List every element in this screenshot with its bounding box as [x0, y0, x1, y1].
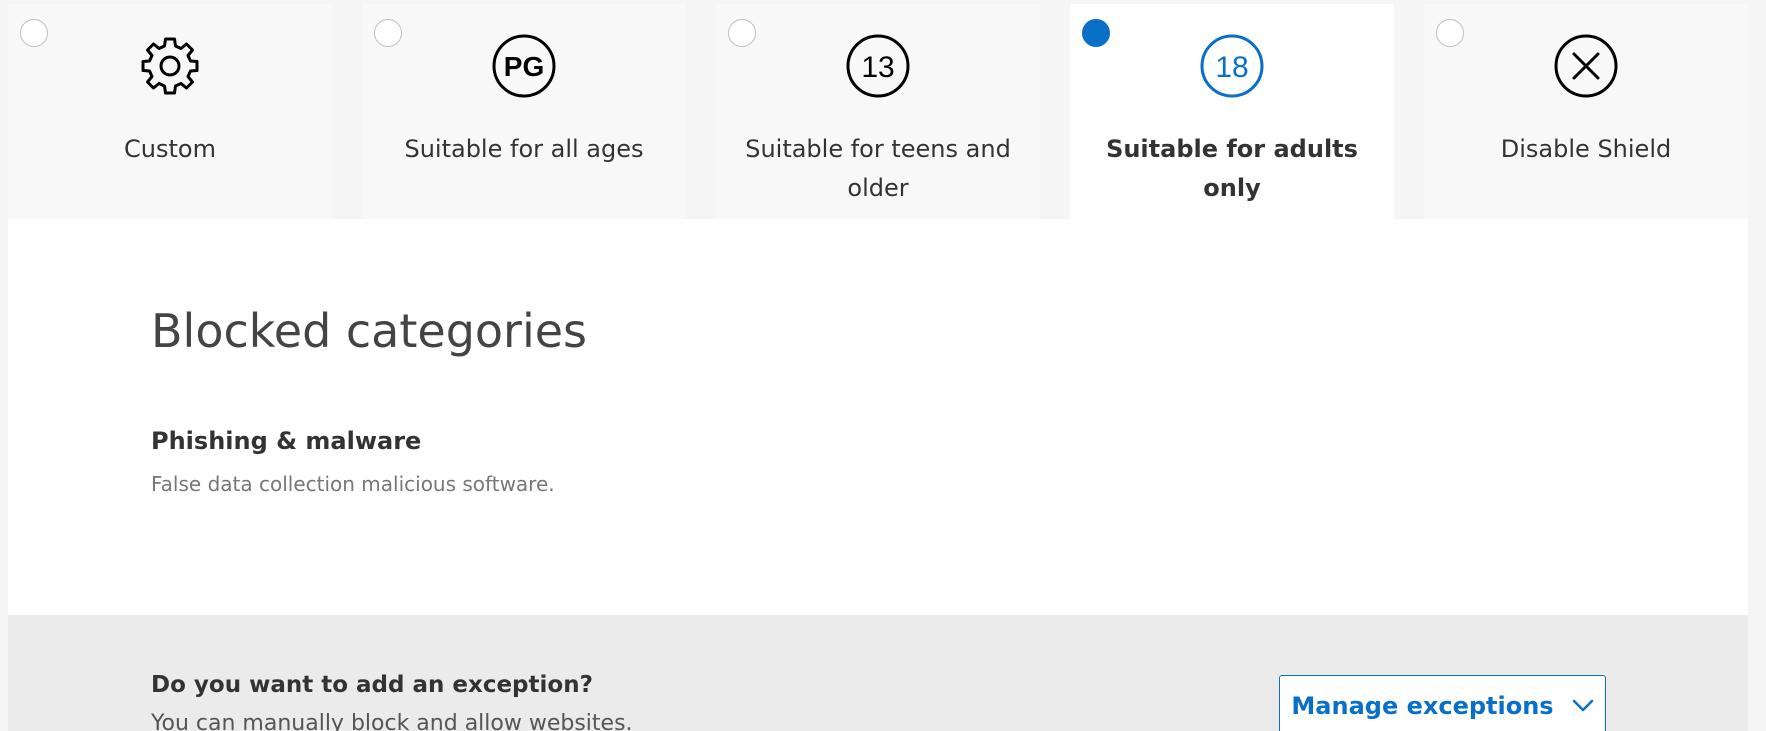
option-all-ages[interactable]: PG Suitable for all ages — [362, 4, 686, 219]
blocked-categories-section: Blocked categories Phishing & malware Fa… — [8, 219, 1748, 615]
manage-exceptions-button[interactable]: Manage exceptions — [1279, 675, 1606, 731]
chevron-down-icon — [1572, 699, 1593, 712]
category-name: Phishing & malware — [151, 427, 422, 455]
exception-section: Do you want to add an exception? You can… — [8, 615, 1748, 731]
option-label: Suitable for adults only — [1106, 135, 1358, 202]
button-label: Manage exceptions — [1291, 692, 1554, 720]
section-title: Blocked categories — [151, 304, 588, 358]
option-disable-shield[interactable]: Disable Shield — [1424, 4, 1748, 219]
option-adults[interactable]: 18 Suitable for adults only — [1070, 4, 1394, 219]
exception-description: You can manually block and allow website… — [151, 711, 633, 731]
category-description: False data collection malicious software… — [151, 472, 555, 496]
radio-button[interactable] — [728, 19, 756, 47]
close-circle-icon — [1554, 34, 1618, 98]
protection-level-options: Custom PG Suitable for all ages 13 Suita… — [8, 4, 1748, 219]
exception-title: Do you want to add an exception? — [151, 672, 593, 698]
radio-button[interactable] — [374, 19, 402, 47]
radio-button-checked[interactable] — [1082, 19, 1110, 47]
option-label: Custom — [124, 135, 216, 163]
option-custom[interactable]: Custom — [8, 4, 332, 219]
shield-settings-page: Custom PG Suitable for all ages 13 Suita… — [0, 0, 1766, 731]
icon-text: PG — [504, 51, 544, 82]
icon-text: 18 — [1215, 51, 1248, 84]
radio-button[interactable] — [1436, 19, 1464, 47]
icon-text: 13 — [861, 51, 894, 84]
rating-13-icon: 13 — [846, 34, 910, 98]
option-label: Suitable for all ages — [404, 135, 644, 163]
option-teens[interactable]: 13 Suitable for teens and older — [716, 4, 1040, 219]
option-label: Suitable for teens and older — [745, 135, 1011, 202]
radio-button[interactable] — [20, 19, 48, 47]
pg-rating-icon: PG — [492, 34, 556, 98]
gear-icon — [141, 37, 199, 95]
option-label: Disable Shield — [1500, 135, 1672, 163]
rating-18-icon: 18 — [1200, 34, 1264, 98]
